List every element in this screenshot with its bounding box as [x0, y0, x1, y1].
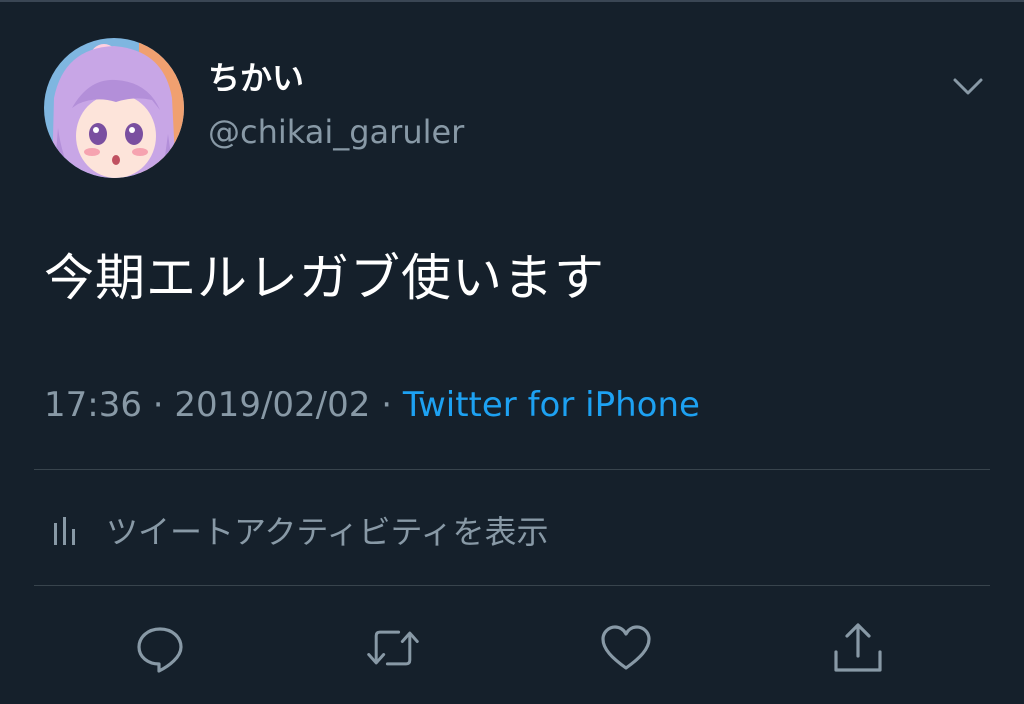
- share-button[interactable]: [830, 620, 886, 676]
- avatar[interactable]: [44, 38, 184, 178]
- divider: [34, 585, 990, 586]
- meta-separator: ·: [370, 385, 403, 425]
- tweet-time: 17:36: [44, 385, 142, 425]
- reply-button[interactable]: [132, 620, 188, 676]
- tweet-date[interactable]: 2019/02/02: [174, 385, 370, 425]
- retweet-icon: [367, 630, 419, 666]
- reply-icon: [137, 627, 183, 673]
- retweet-button[interactable]: [365, 620, 421, 676]
- tweet-text: 今期エルレガブ使います: [44, 249, 605, 307]
- chevron-down-icon[interactable]: [950, 72, 986, 102]
- display-name[interactable]: ちかい: [208, 58, 304, 98]
- bar-chart-icon: [54, 517, 75, 545]
- heart-icon: [601, 625, 651, 670]
- tweet-source-link[interactable]: Twitter for iPhone: [403, 385, 700, 425]
- user-handle[interactable]: @chikai_garuler: [208, 110, 464, 154]
- meta-separator: ·: [141, 385, 175, 425]
- view-activity-button[interactable]: ツイートアクティビティを表示: [52, 506, 549, 554]
- divider: [34, 469, 990, 470]
- like-button[interactable]: [598, 620, 654, 676]
- tweet-meta: 17:36 · 2019/02/02 · Twitter for iPhone: [44, 380, 700, 430]
- activity-label: ツイートアクティビティを表示: [106, 513, 549, 551]
- share-icon: [834, 623, 882, 672]
- tweet-detail: ちかい @chikai_garuler 今期エルレガブ使います 17:36 · …: [0, 0, 1024, 704]
